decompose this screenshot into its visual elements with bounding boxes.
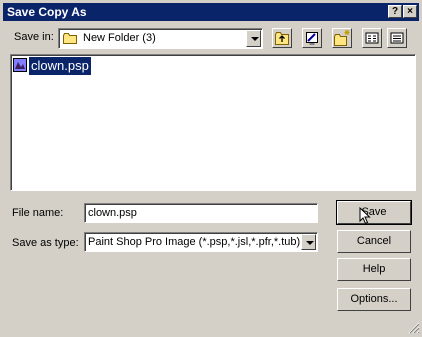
window-title: Save Copy As: [7, 5, 87, 19]
desktop-button[interactable]: [302, 28, 322, 48]
save-in-label: Save in:: [14, 31, 54, 43]
cancel-button-label: Cancel: [356, 235, 392, 247]
options-button[interactable]: Options...: [337, 288, 411, 311]
save-as-type-value: Paint Shop Pro Image (*.psp,*.jsl,*.pfr,…: [88, 236, 301, 248]
list-view-button[interactable]: [362, 28, 382, 48]
file-list[interactable]: clown.psp: [10, 54, 416, 191]
desktop-icon: [306, 32, 318, 45]
mouse-cursor-icon: [359, 206, 371, 225]
cancel-button[interactable]: Cancel: [337, 230, 411, 253]
file-name-value: clown.psp: [88, 207, 137, 219]
title-bar[interactable]: Save Copy As ? ×: [3, 3, 419, 21]
save-as-type-dropdown[interactable]: Paint Shop Pro Image (*.psp,*.jsl,*.pfr,…: [84, 232, 318, 252]
details-view-button[interactable]: [387, 28, 407, 48]
file-name-field[interactable]: clown.psp: [84, 203, 318, 223]
save-as-type-dropdown-arrow[interactable]: [301, 234, 316, 250]
list-view-icon: [365, 32, 379, 44]
options-button-label: Options...: [350, 293, 398, 305]
file-name-label: File name:: [12, 207, 64, 219]
up-folder-icon: [275, 32, 289, 45]
save-in-value: New Folder (3): [83, 32, 156, 44]
file-name: clown.psp: [28, 56, 92, 76]
save-button[interactable]: Save: [336, 200, 412, 225]
new-folder-icon: [334, 30, 350, 46]
close-button[interactable]: ×: [403, 5, 417, 18]
psp-file-icon: [13, 58, 27, 72]
save-copy-as-dialog: Save Copy As ? × Save in: New Folder (3): [0, 0, 422, 336]
save-as-type-label: Save as type:: [12, 237, 79, 249]
details-view-icon: [390, 32, 404, 44]
help-button[interactable]: Help: [337, 258, 411, 281]
up-one-level-button[interactable]: [272, 28, 292, 48]
create-new-folder-button[interactable]: [332, 28, 352, 48]
save-in-label-text: Save in:: [14, 31, 54, 43]
help-title-button[interactable]: ?: [388, 5, 402, 18]
folder-icon: [63, 33, 78, 44]
save-in-dropdown[interactable]: New Folder (3): [58, 28, 263, 49]
save-in-dropdown-arrow[interactable]: [246, 30, 261, 47]
help-button-label: Help: [362, 263, 386, 275]
resize-grip-icon[interactable]: [408, 322, 420, 334]
